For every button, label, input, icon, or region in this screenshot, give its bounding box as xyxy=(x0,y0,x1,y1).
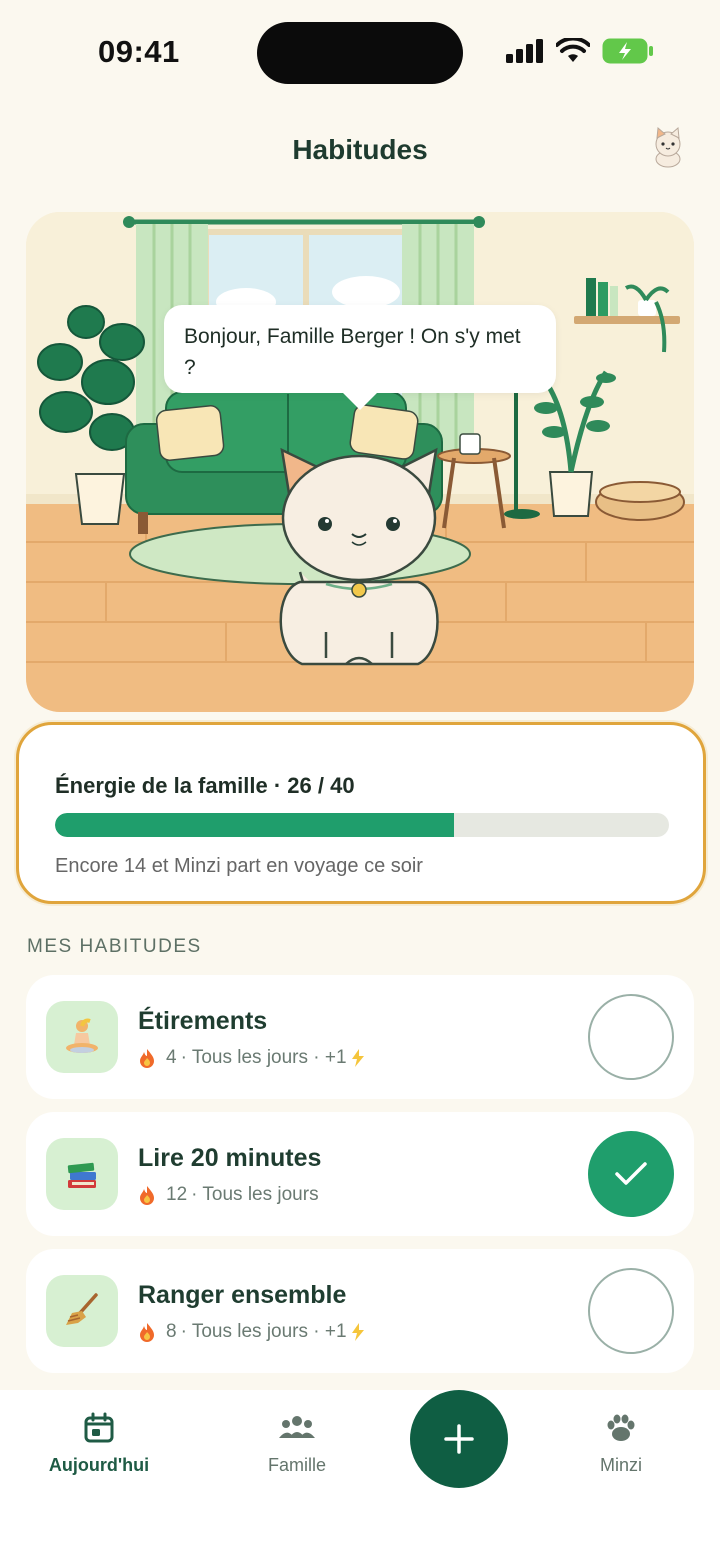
habit-icon-box xyxy=(46,1138,118,1210)
habit-check-button[interactable] xyxy=(588,1131,674,1217)
habit-check-button[interactable] xyxy=(588,1268,674,1354)
energy-progress-bar xyxy=(55,813,669,837)
cat-avatar-icon xyxy=(655,126,681,168)
habit-meta: 4 · Tous les jours · +1 xyxy=(138,1047,365,1069)
wifi-icon xyxy=(556,38,590,62)
habit-check-button[interactable] xyxy=(588,994,674,1080)
habit-card[interactable]: Étirements 4 · Tous les jours · +1 xyxy=(26,975,694,1099)
calendar-icon xyxy=(84,1412,114,1443)
habit-streak: 12 xyxy=(166,1184,188,1205)
minzi-cat xyxy=(279,447,439,666)
room-illustration xyxy=(26,212,694,712)
add-habit-button[interactable] xyxy=(410,1390,508,1488)
family-icon xyxy=(279,1416,315,1438)
lotus-position-icon xyxy=(66,1018,98,1053)
nav-today[interactable]: Aujourd'hui xyxy=(24,1412,174,1476)
books-icon xyxy=(67,1162,96,1188)
habit-icon-box xyxy=(46,1275,118,1347)
habit-icon-box xyxy=(46,1001,118,1073)
header: Habitudes xyxy=(0,120,720,180)
speech-bubble: Bonjour, Famille Berger ! On s'y met ? xyxy=(164,305,556,393)
living-room-scene xyxy=(26,212,694,712)
fire-icon xyxy=(140,1186,154,1205)
habit-name: Lire 20 minutes xyxy=(138,1144,322,1172)
checkmark-icon xyxy=(615,1162,647,1185)
section-label: MES HABITUDES xyxy=(27,936,202,957)
energy-note: Encore 14 et Minzi part en voyage ce soi… xyxy=(55,855,423,877)
habit-meta: 8 · Tous les jours · +1 xyxy=(138,1321,365,1343)
habit-frequency: · Tous les jours xyxy=(191,1184,319,1205)
habit-name: Ranger ensemble xyxy=(138,1281,347,1309)
nav-family[interactable]: Famille xyxy=(222,1412,372,1476)
dynamic-island xyxy=(257,22,463,84)
nav-minzi-label: Minzi xyxy=(599,1455,642,1475)
habit-meta: 12 · Tous les jours xyxy=(138,1184,319,1206)
nav-family-label: Famille xyxy=(267,1455,326,1475)
habit-streak: 4 xyxy=(166,1047,177,1068)
habit-streak: 8 xyxy=(166,1321,177,1342)
paw-icon xyxy=(607,1414,635,1441)
energy-card: Énergie de la famille · 26 / 40 Encore 1… xyxy=(16,722,706,904)
energy-card-inner: Énergie de la famille · 26 / 40 Encore 1… xyxy=(29,735,693,891)
habit-card[interactable]: Lire 20 minutes 12 · Tous les jours xyxy=(26,1112,694,1236)
status-time: 09:41 xyxy=(98,34,180,69)
plus-icon xyxy=(444,1424,474,1454)
battery-icon xyxy=(602,38,653,64)
signal-icon xyxy=(506,39,543,63)
nav-minzi[interactable]: Minzi xyxy=(546,1412,696,1476)
lightning-icon xyxy=(351,1323,364,1341)
page-title: Habitudes xyxy=(292,134,428,165)
energy-title: Énergie de la famille · 26 / 40 xyxy=(55,773,355,798)
broom-icon xyxy=(66,1293,98,1325)
fire-icon xyxy=(140,1049,154,1068)
lightning-icon xyxy=(351,1049,364,1067)
fire-icon xyxy=(140,1323,154,1342)
status-bar: 09:41 xyxy=(0,0,720,100)
nav-today-label: Aujourd'hui xyxy=(48,1455,150,1475)
habit-frequency: · Tous les jours · +1 xyxy=(180,1321,347,1342)
habit-frequency: · Tous les jours · +1 xyxy=(180,1047,347,1068)
habit-name: Étirements xyxy=(138,1007,268,1035)
energy-progress-fill xyxy=(55,813,455,837)
habit-card[interactable]: Ranger ensemble 8 · Tous les jours · +1 xyxy=(26,1249,694,1373)
status-icons xyxy=(506,38,654,64)
profile-avatar[interactable] xyxy=(650,126,686,168)
bottom-navigation: Aujourd'hui Famille Minzi xyxy=(0,1390,720,1564)
